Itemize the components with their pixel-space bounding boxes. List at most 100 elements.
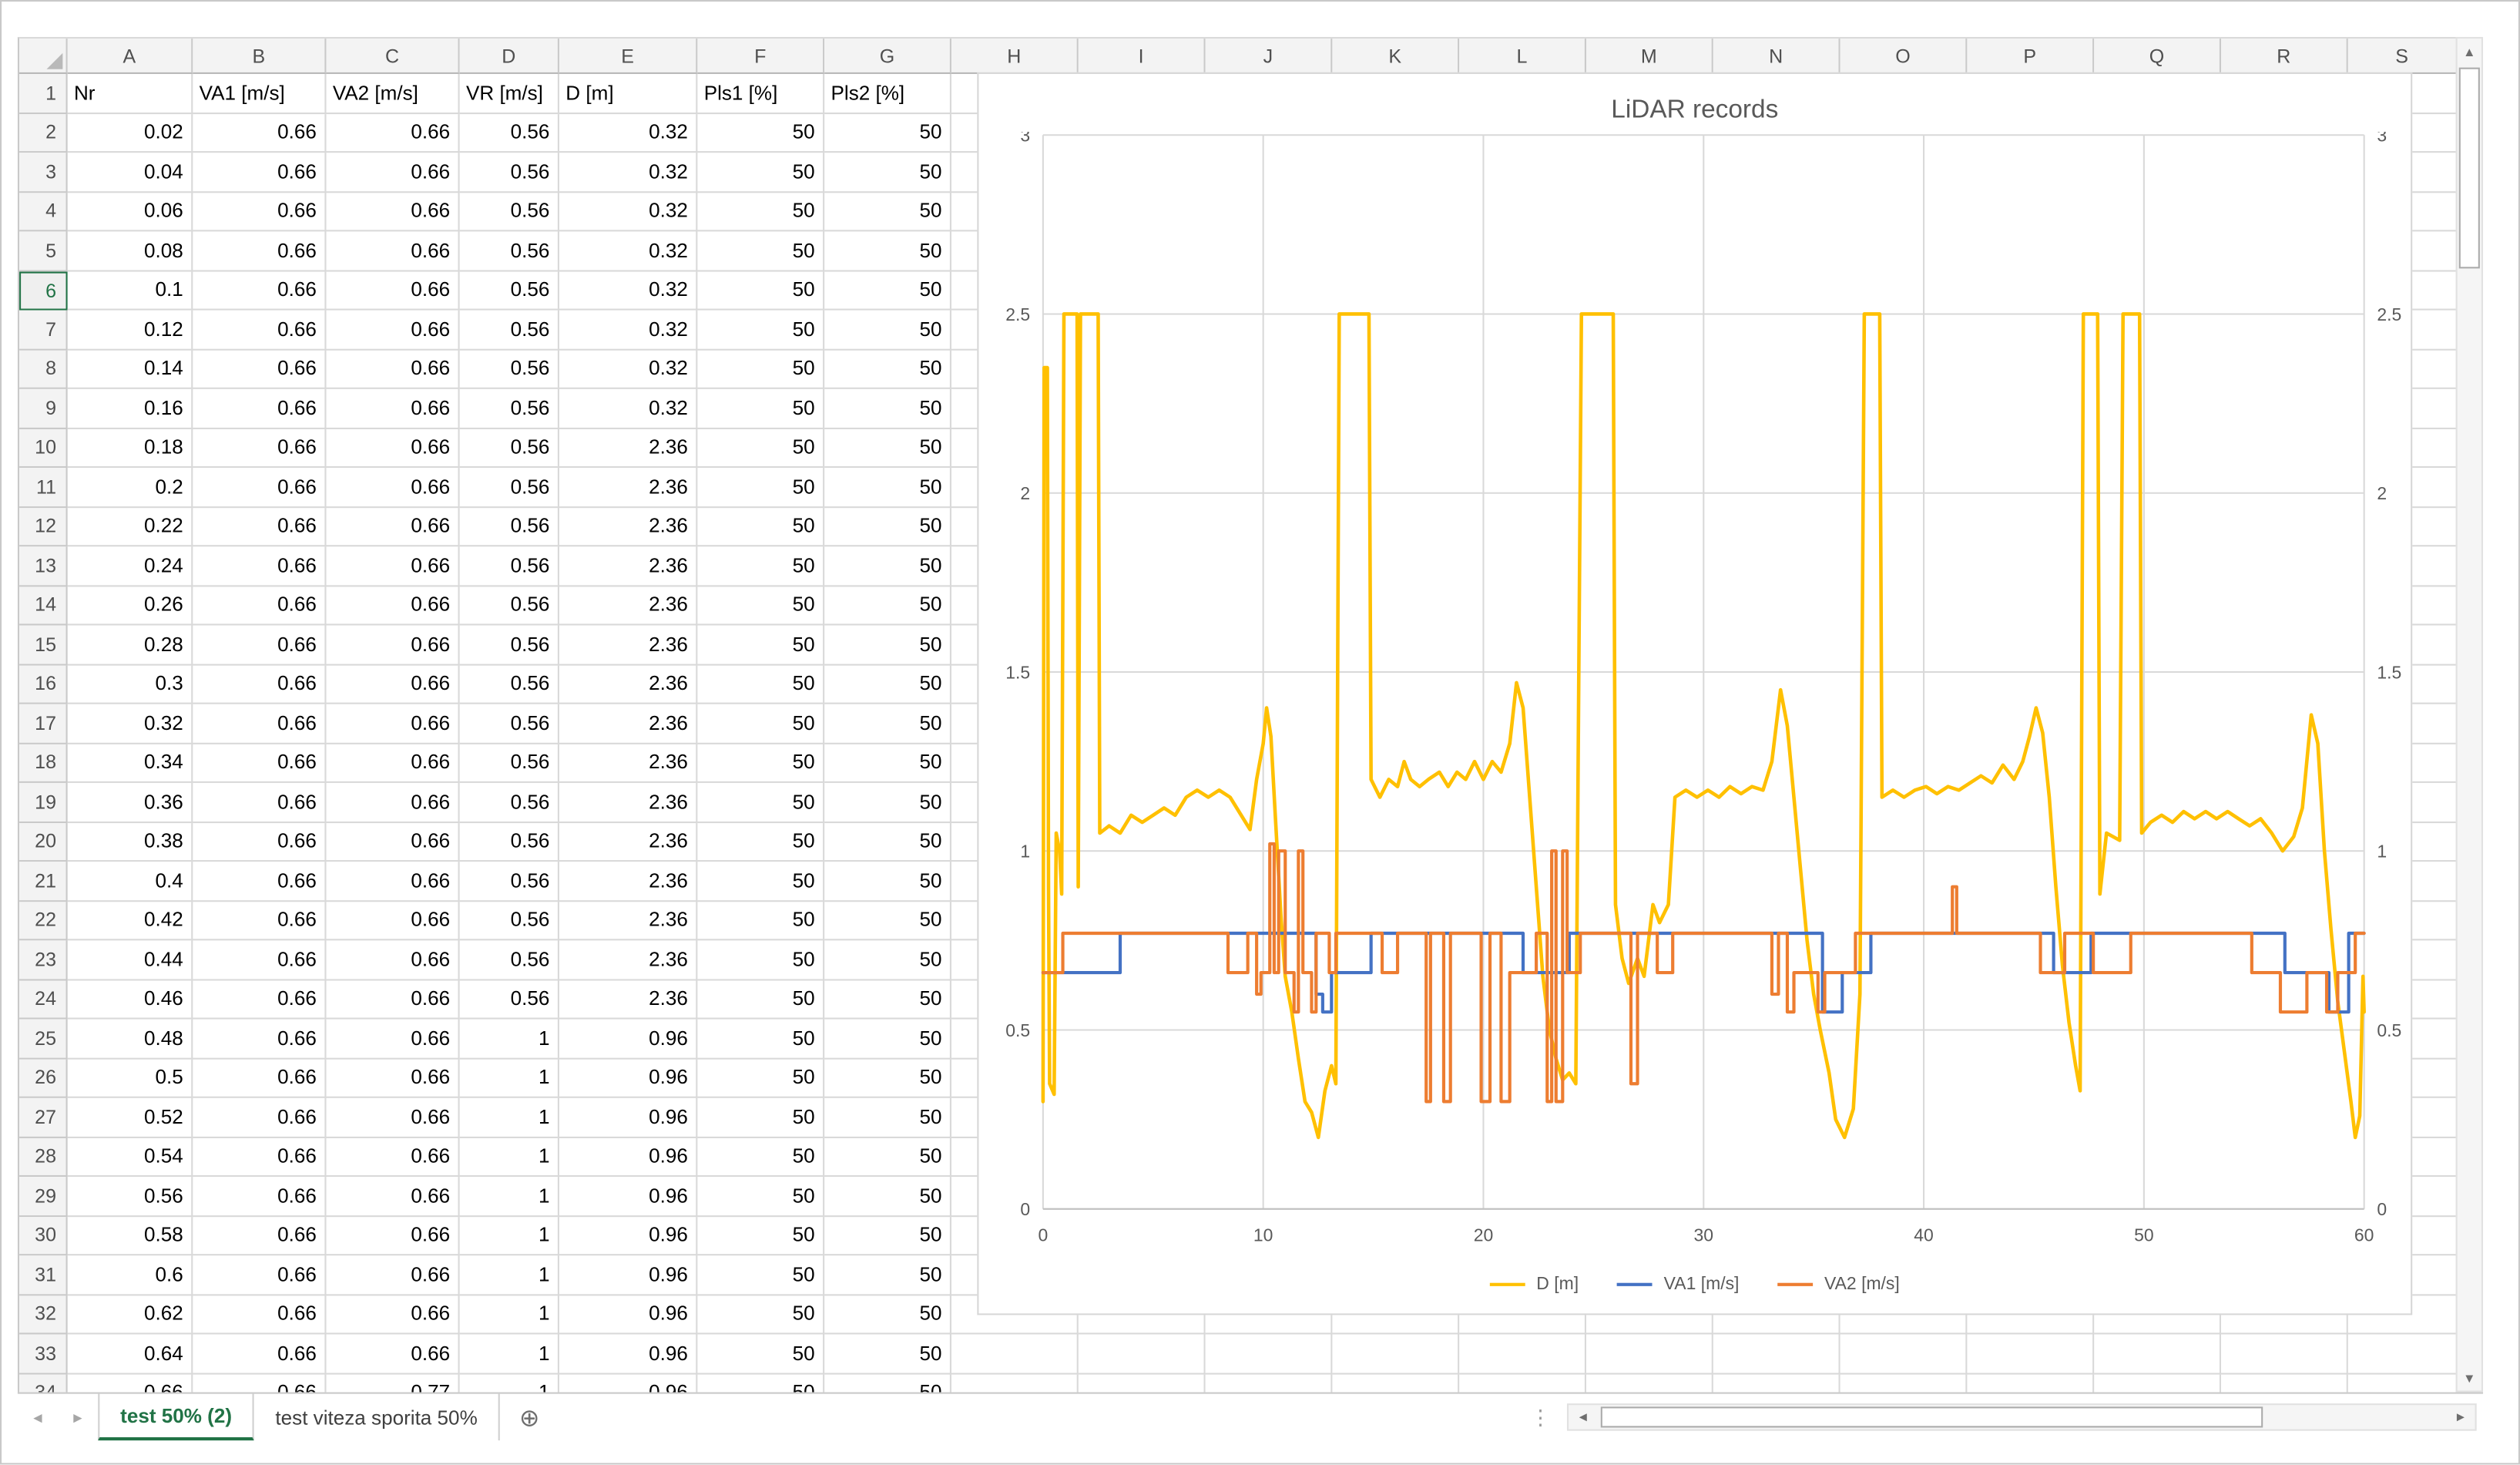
select-all-corner[interactable] [19,39,68,74]
cell-B24[interactable]: 0.66 [193,979,326,1019]
cell-A9[interactable]: 0.16 [68,389,193,428]
row-header-34[interactable]: 34 [19,1374,68,1394]
cell-C15[interactable]: 0.66 [326,625,459,664]
cell-J33[interactable] [1206,1334,1333,1373]
cell-E29[interactable]: 0.96 [559,1177,697,1216]
cell-B5[interactable]: 0.66 [193,231,326,270]
cell-G22[interactable]: 50 [824,901,951,940]
cell-E25[interactable]: 0.96 [559,1020,697,1059]
cell-C18[interactable]: 0.66 [326,744,459,783]
cell-E22[interactable]: 2.36 [559,901,697,940]
cell-E26[interactable]: 0.96 [559,1059,697,1098]
cell-D7[interactable]: 0.56 [460,311,559,350]
cell-I33[interactable] [1079,1334,1206,1373]
cell-G32[interactable]: 50 [824,1295,951,1334]
cell-O34[interactable] [1841,1374,1968,1394]
cell-B28[interactable]: 0.66 [193,1137,326,1177]
cell-C1[interactable]: VA2 [m/s] [326,74,459,113]
cell-B25[interactable]: 0.66 [193,1020,326,1059]
cell-G18[interactable]: 50 [824,744,951,783]
cell-E10[interactable]: 2.36 [559,428,697,468]
cell-D18[interactable]: 0.56 [460,744,559,783]
cell-A34[interactable]: 0.66 [68,1374,193,1394]
row-header-16[interactable]: 16 [19,665,68,704]
cell-C16[interactable]: 0.66 [326,665,459,704]
cell-B31[interactable]: 0.66 [193,1255,326,1295]
cell-B33[interactable]: 0.66 [193,1334,326,1373]
cell-K33[interactable] [1332,1334,1459,1373]
row-header-5[interactable]: 5 [19,231,68,270]
cell-R34[interactable] [2221,1374,2348,1394]
cell-L33[interactable] [1459,1334,1586,1373]
cell-E16[interactable]: 2.36 [559,665,697,704]
cell-A2[interactable]: 0.02 [68,113,193,153]
legend-item-VA1 [m/s][interactable]: VA1 [m/s] [1617,1275,1739,1294]
cell-D16[interactable]: 0.56 [460,665,559,704]
cell-F24[interactable]: 50 [697,979,824,1019]
cell-M34[interactable] [1586,1374,1713,1394]
cell-G28[interactable]: 50 [824,1137,951,1177]
cell-A18[interactable]: 0.34 [68,744,193,783]
cell-F19[interactable]: 50 [697,783,824,822]
row-header-9[interactable]: 9 [19,389,68,428]
cell-D33[interactable]: 1 [460,1334,559,1373]
column-header-I[interactable]: I [1079,39,1206,74]
cell-G11[interactable]: 50 [824,468,951,507]
cell-B11[interactable]: 0.66 [193,468,326,507]
cell-D5[interactable]: 0.56 [460,231,559,270]
row-header-1[interactable]: 1 [19,74,68,113]
cell-C26[interactable]: 0.66 [326,1059,459,1098]
cell-F30[interactable]: 50 [697,1216,824,1255]
cell-A5[interactable]: 0.08 [68,231,193,270]
cell-B7[interactable]: 0.66 [193,311,326,350]
cell-C31[interactable]: 0.66 [326,1255,459,1295]
cell-Q33[interactable] [2094,1334,2221,1373]
row-header-32[interactable]: 32 [19,1295,68,1334]
cell-B12[interactable]: 0.66 [193,507,326,546]
cell-F16[interactable]: 50 [697,665,824,704]
cell-E8[interactable]: 0.32 [559,350,697,389]
cell-E21[interactable]: 2.36 [559,862,697,901]
cell-F12[interactable]: 50 [697,507,824,546]
cell-G5[interactable]: 50 [824,231,951,270]
cell-C24[interactable]: 0.66 [326,979,459,1019]
cell-A27[interactable]: 0.52 [68,1098,193,1137]
cell-B4[interactable]: 0.66 [193,192,326,231]
cell-B19[interactable]: 0.66 [193,783,326,822]
cell-B21[interactable]: 0.66 [193,862,326,901]
hscroll-thumb[interactable] [1601,1406,2263,1427]
cell-C5[interactable]: 0.66 [326,231,459,270]
cell-C7[interactable]: 0.66 [326,311,459,350]
cell-D13[interactable]: 0.56 [460,546,559,586]
cell-E15[interactable]: 2.36 [559,625,697,664]
cell-E9[interactable]: 0.32 [559,389,697,428]
cell-E34[interactable]: 0.96 [559,1374,697,1394]
column-header-M[interactable]: M [1586,39,1713,74]
cell-A29[interactable]: 0.56 [68,1177,193,1216]
cell-B27[interactable]: 0.66 [193,1098,326,1137]
cell-F5[interactable]: 50 [697,231,824,270]
cell-E4[interactable]: 0.32 [559,192,697,231]
cell-A11[interactable]: 0.2 [68,468,193,507]
cell-D14[interactable]: 0.56 [460,586,559,625]
cell-B29[interactable]: 0.66 [193,1177,326,1216]
row-header-11[interactable]: 11 [19,468,68,507]
cell-C28[interactable]: 0.66 [326,1137,459,1177]
cell-F7[interactable]: 50 [697,311,824,350]
cell-G8[interactable]: 50 [824,350,951,389]
row-header-2[interactable]: 2 [19,113,68,153]
cell-E33[interactable]: 0.96 [559,1334,697,1373]
cell-D27[interactable]: 1 [460,1098,559,1137]
cell-F34[interactable]: 50 [697,1374,824,1394]
cell-G13[interactable]: 50 [824,546,951,586]
cell-A7[interactable]: 0.12 [68,311,193,350]
cell-C34[interactable]: 0.77 [326,1374,459,1394]
cell-E30[interactable]: 0.96 [559,1216,697,1255]
vscroll-up-icon[interactable]: ▲ [2458,39,2481,64]
row-header-29[interactable]: 29 [19,1177,68,1216]
cell-C13[interactable]: 0.66 [326,546,459,586]
row-header-12[interactable]: 12 [19,507,68,546]
cell-F13[interactable]: 50 [697,546,824,586]
cell-A6[interactable]: 0.1 [68,271,193,311]
cell-H33[interactable] [951,1334,1079,1373]
